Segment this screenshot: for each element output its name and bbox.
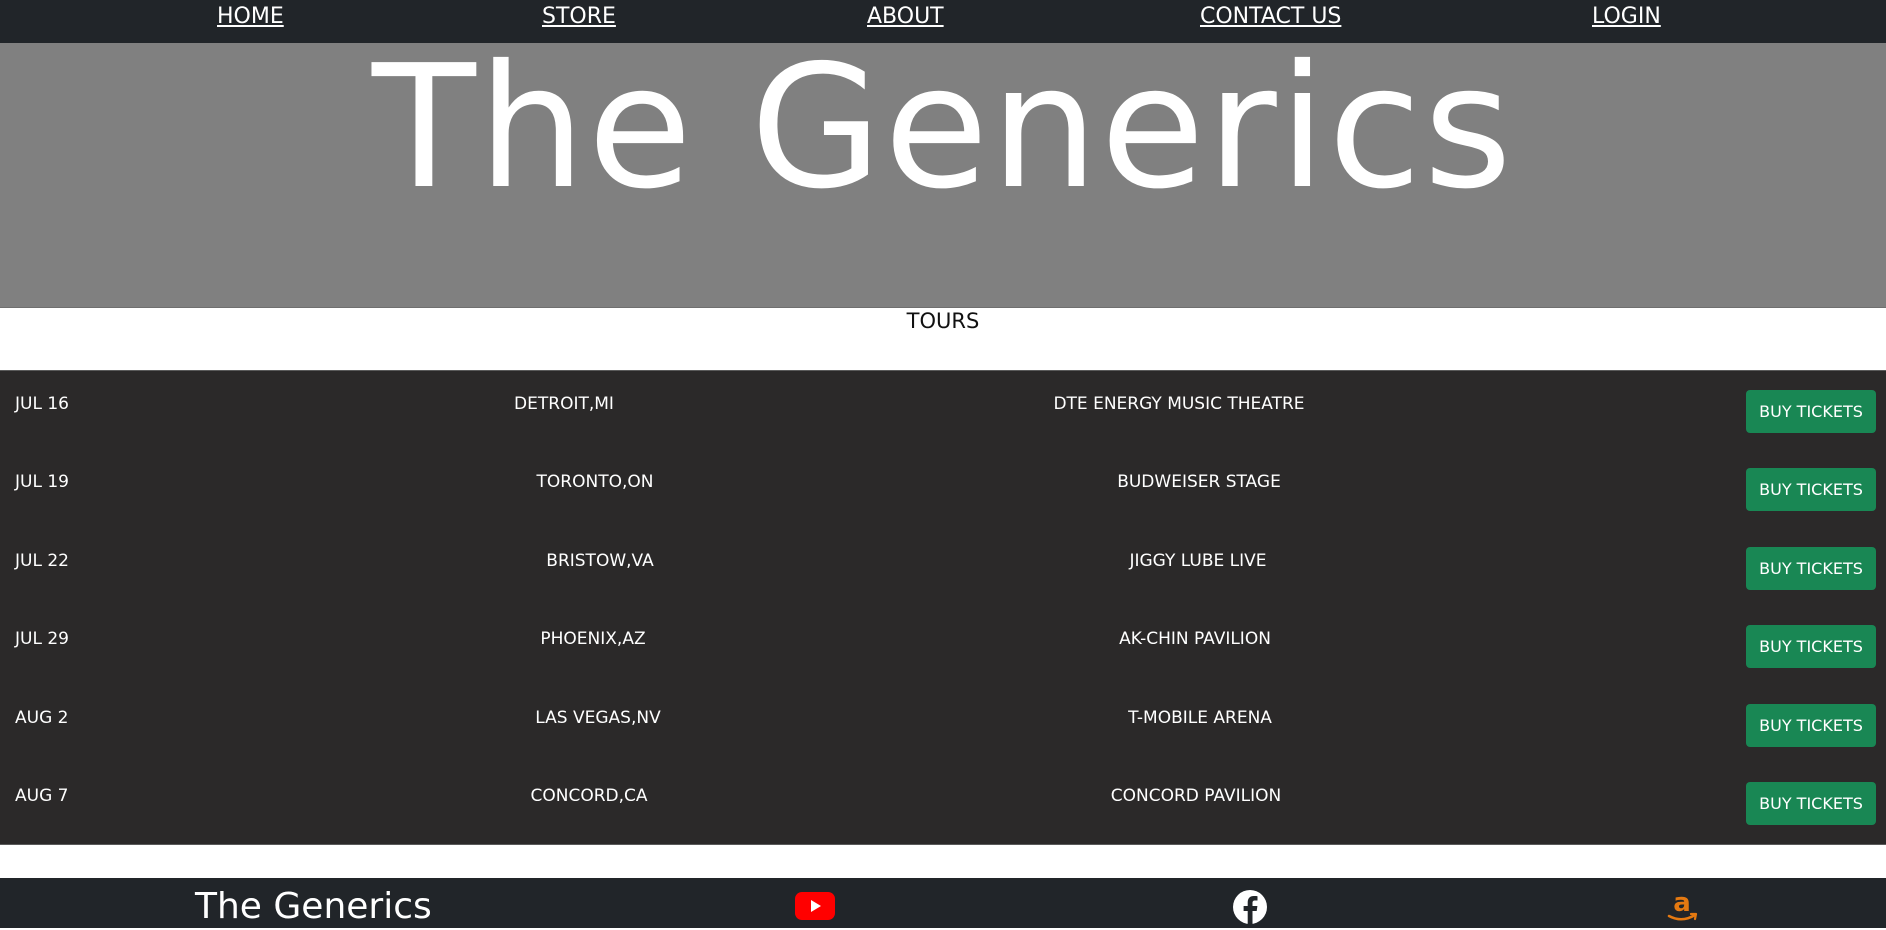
- buy-tickets-button[interactable]: BUY TICKETS: [1746, 704, 1876, 747]
- nav-login-link[interactable]: LOGIN: [1592, 3, 1661, 31]
- tour-venue: BUDWEISER STAGE: [1117, 472, 1281, 492]
- tour-venue: DTE ENERGY MUSIC THEATRE: [1053, 394, 1305, 414]
- buy-tickets-button[interactable]: BUY TICKETS: [1746, 625, 1876, 668]
- tour-row: JUL 29 PHOENIX,AZ AK-CHIN PAVILION BUY T…: [0, 606, 1886, 684]
- tour-city: CONCORD,CA: [530, 786, 648, 806]
- buy-tickets-button[interactable]: BUY TICKETS: [1746, 468, 1876, 511]
- footer: The Generics a: [0, 878, 1886, 928]
- tour-date: JUL 19: [15, 472, 69, 492]
- tour-date: AUG 2: [15, 708, 69, 728]
- tour-venue: CONCORD PAVILION: [1110, 786, 1282, 806]
- buy-tickets-button[interactable]: BUY TICKETS: [1746, 782, 1876, 825]
- nav-store-link[interactable]: STORE: [542, 3, 616, 31]
- tour-date: JUL 16: [15, 394, 69, 414]
- tour-venue: AK-CHIN PAVILION: [1119, 629, 1271, 649]
- tour-city: BRISTOW,VA: [546, 551, 654, 571]
- tour-row: AUG 7 CONCORD,CA CONCORD PAVILION BUY TI…: [0, 763, 1886, 841]
- youtube-icon[interactable]: [795, 892, 835, 920]
- nav-home-link[interactable]: HOME: [217, 3, 284, 31]
- tour-city: PHOENIX,AZ: [540, 629, 646, 649]
- svg-text:a: a: [1673, 890, 1691, 918]
- tour-city: DETROIT,MI: [514, 394, 614, 414]
- tour-row: AUG 2 LAS VEGAS,NV T-MOBILE ARENA BUY TI…: [0, 685, 1886, 763]
- tour-row: JUL 19 TORONTO,ON BUDWEISER STAGE BUY TI…: [0, 449, 1886, 527]
- tours-heading: TOURS: [906, 309, 980, 333]
- buy-tickets-button[interactable]: BUY TICKETS: [1746, 390, 1876, 433]
- tour-venue: JIGGY LUBE LIVE: [1129, 551, 1267, 571]
- tour-venue: T-MOBILE ARENA: [1128, 708, 1272, 728]
- hero-title: The Generics: [371, 29, 1515, 227]
- tour-date: JUL 22: [15, 551, 69, 571]
- amazon-icon[interactable]: a: [1666, 888, 1698, 926]
- facebook-icon[interactable]: [1232, 889, 1268, 925]
- tour-date: AUG 7: [15, 786, 69, 806]
- tour-city: TORONTO,ON: [536, 472, 654, 492]
- tour-row: JUL 22 BRISTOW,VA JIGGY LUBE LIVE BUY TI…: [0, 528, 1886, 606]
- tour-date: JUL 29: [15, 629, 69, 649]
- footer-brand: The Generics: [195, 886, 432, 927]
- hero-banner: The Generics: [0, 43, 1886, 308]
- tours-table: JUL 16 DETROIT,MI DTE ENERGY MUSIC THEAT…: [0, 370, 1886, 845]
- nav-contact-link[interactable]: CONTACT US: [1200, 3, 1341, 31]
- buy-tickets-button[interactable]: BUY TICKETS: [1746, 547, 1876, 590]
- tour-city: LAS VEGAS,NV: [535, 708, 661, 728]
- tour-row: JUL 16 DETROIT,MI DTE ENERGY MUSIC THEAT…: [0, 371, 1886, 449]
- nav-about-link[interactable]: ABOUT: [867, 3, 944, 31]
